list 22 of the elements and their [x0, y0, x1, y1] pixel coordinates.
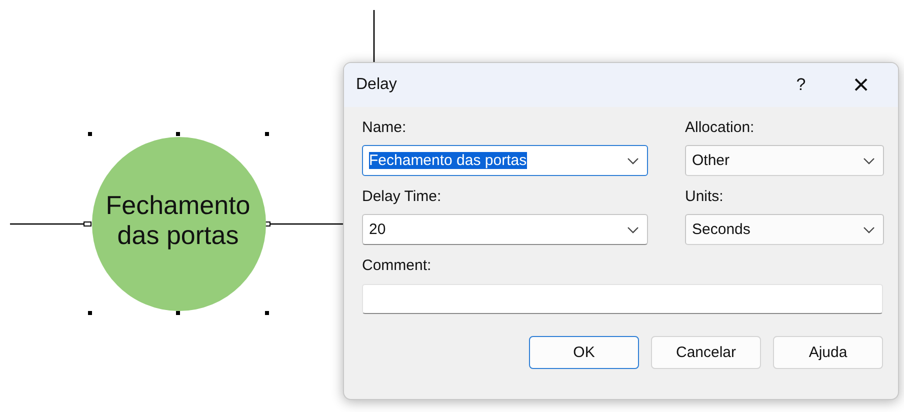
- help-button[interactable]: ?: [776, 65, 826, 105]
- dialog-button[interactable]: Ajuda: [773, 336, 883, 369]
- field-label: Comment:: [362, 257, 432, 275]
- close-button[interactable]: ×: [836, 65, 886, 105]
- combo-box[interactable]: Other: [685, 145, 884, 176]
- node-label: Fechamento das portas: [104, 190, 252, 250]
- chevron-down-icon[interactable]: [627, 156, 639, 164]
- chevron-down-icon[interactable]: [863, 156, 875, 164]
- combo-box[interactable]: Seconds: [685, 214, 884, 245]
- field-label: Name:: [362, 119, 408, 137]
- combo-box[interactable]: 20: [362, 214, 648, 245]
- combo-box[interactable]: Fechamento das portas: [362, 145, 648, 176]
- dialog-button[interactable]: OK: [529, 336, 639, 369]
- comment-field[interactable]: [362, 284, 883, 314]
- field-label: Allocation:: [685, 119, 756, 137]
- field-label: Delay Time:: [362, 188, 442, 206]
- connector-line: [373, 10, 375, 62]
- dialog-button[interactable]: Cancelar: [651, 336, 761, 369]
- window-title: Delay: [356, 76, 398, 94]
- chevron-down-icon[interactable]: [863, 226, 875, 234]
- chevron-down-icon[interactable]: [627, 226, 639, 234]
- field-label: Units:: [685, 188, 724, 206]
